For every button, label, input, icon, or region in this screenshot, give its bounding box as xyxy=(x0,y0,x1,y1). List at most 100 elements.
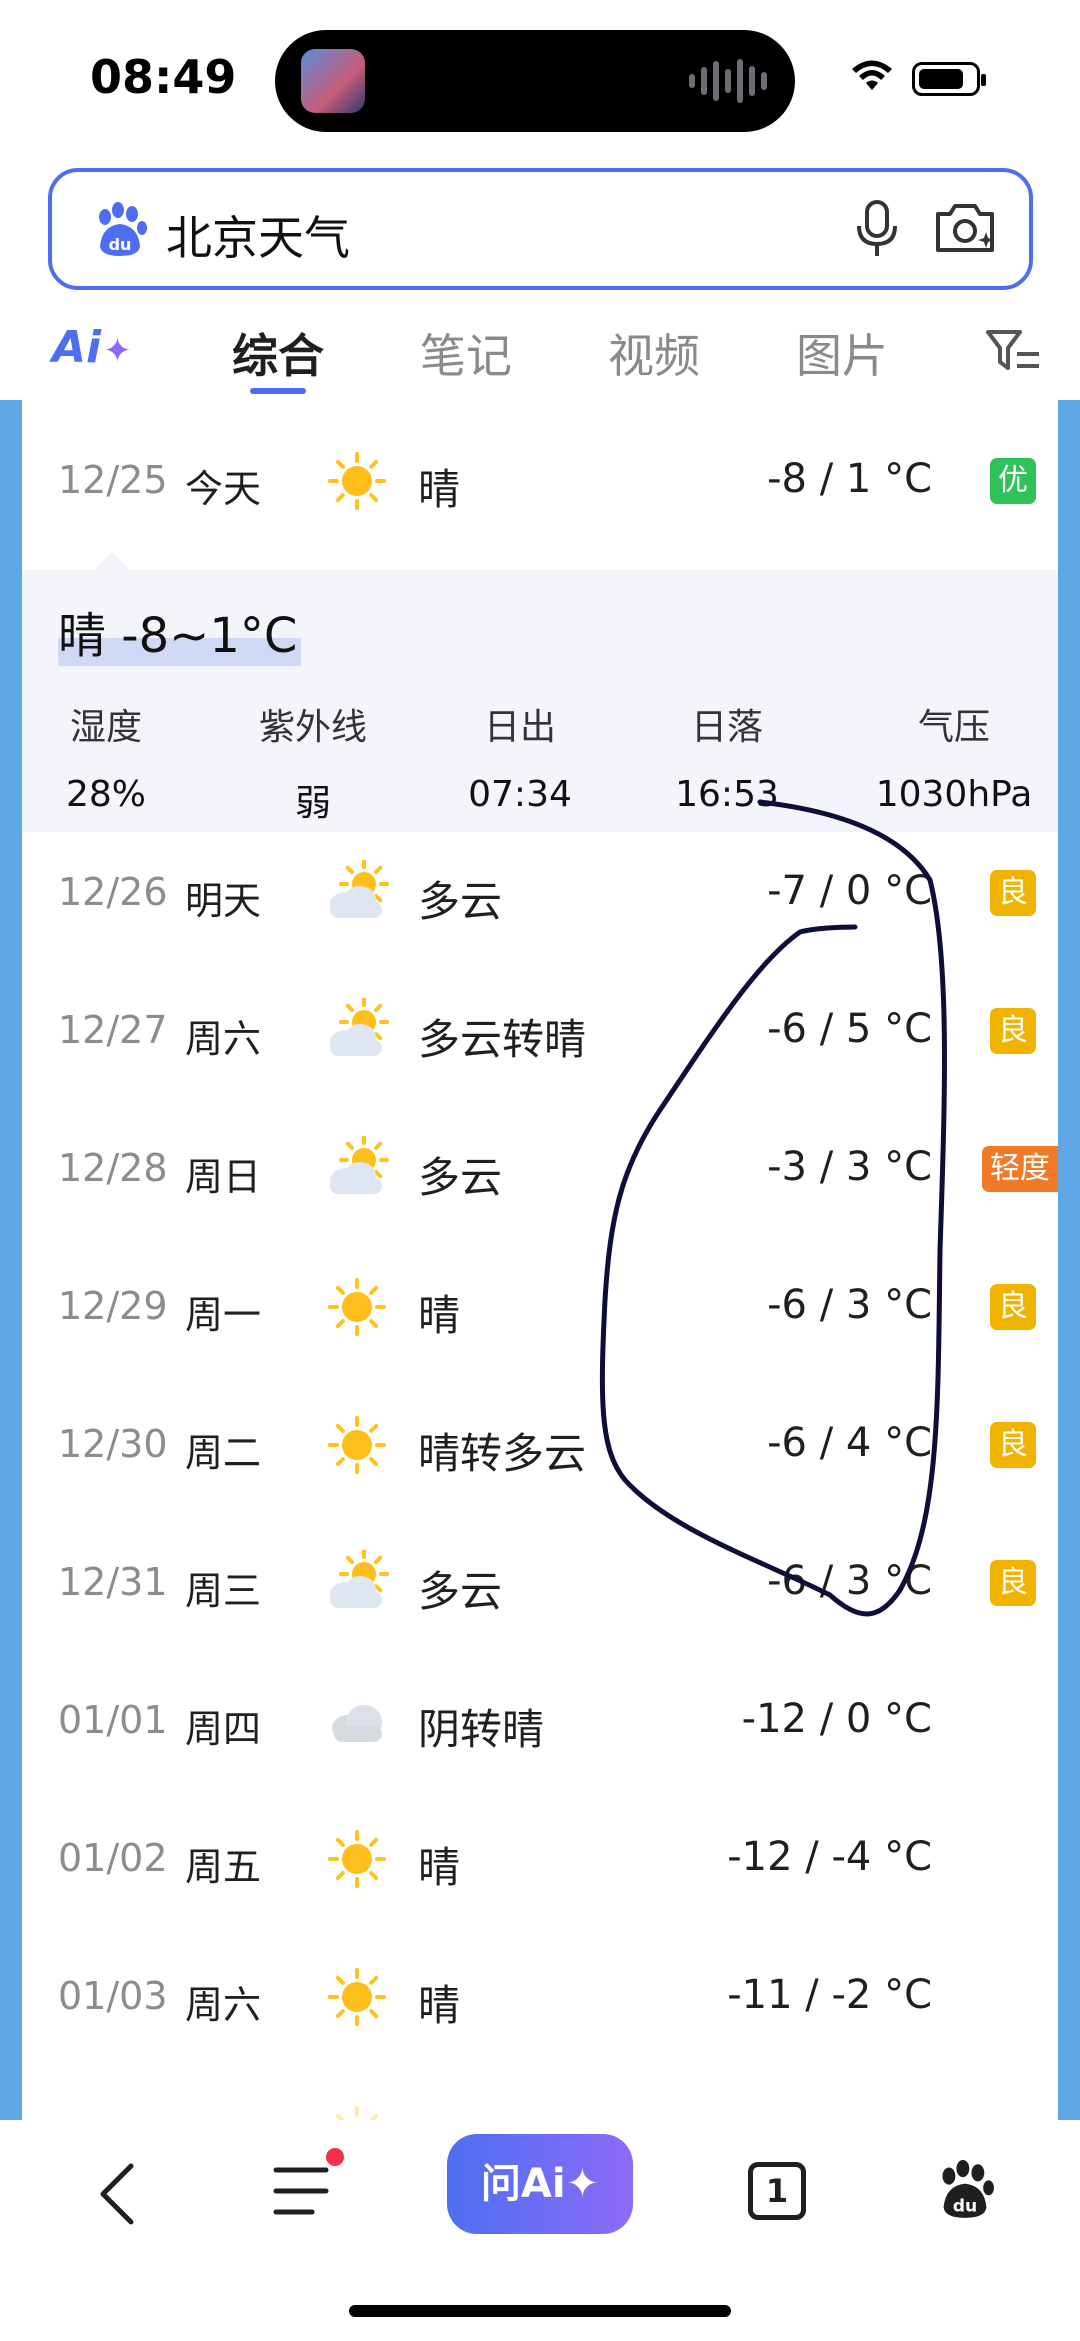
forecast-condition: 晴 xyxy=(418,1981,461,2030)
forecast-temperature: -6 / 3 °C xyxy=(767,1282,932,1328)
forecast-row-partial xyxy=(22,2066,1058,2120)
forecast-row[interactable]: 12/27 周六 多云转晴 -6 / 5 °C 良 xyxy=(22,962,1058,1100)
forecast-day: 周四 xyxy=(185,1707,262,1751)
tab-images[interactable]: 图片 xyxy=(796,320,888,386)
forecast-temperature: -12 / -4 °C xyxy=(727,1834,932,1880)
sun-icon xyxy=(328,1416,386,1474)
forecast-row[interactable]: 12/29 周一 晴 -6 / 3 °C 良 xyxy=(22,1238,1058,1376)
wifi-icon xyxy=(852,60,892,90)
forecast-condition: 晴 xyxy=(418,1291,461,1340)
tab-count-button[interactable]: 1 xyxy=(748,2162,806,2220)
forecast-row[interactable]: 01/02 周五 晴 -12 / -4 °C xyxy=(22,1790,1058,1928)
dynamic-island[interactable] xyxy=(275,30,795,132)
forecast-day: 明天 xyxy=(185,879,262,923)
forecast-date: 12/29 xyxy=(58,1284,168,1328)
sun-icon xyxy=(335,2106,379,2120)
stat-sunrise: 日出 07:34 xyxy=(440,698,600,815)
svg-text:du: du xyxy=(953,2196,977,2216)
weather-forecast-card: 12/25 今天 晴 -8 / 1 °C 优 晴 -8~1°C 湿度 28% 紫… xyxy=(22,400,1058,2120)
audio-wave-icon xyxy=(689,57,767,105)
sun-icon xyxy=(328,1278,386,1336)
cloud-sun-icon xyxy=(330,998,389,1056)
sun-icon xyxy=(328,452,386,510)
forecast-date: 12/26 xyxy=(58,870,168,914)
search-input[interactable]: 北京天气 xyxy=(166,202,350,268)
forecast-temperature: -6 / 3 °C xyxy=(767,1558,932,1604)
stat-label: 日出 xyxy=(483,707,556,748)
sun-icon xyxy=(328,1830,386,1888)
forecast-condition: 多云 xyxy=(418,1567,503,1616)
camera-icon[interactable] xyxy=(932,196,998,258)
stat-label: 气压 xyxy=(917,707,990,748)
forecast-day: 周三 xyxy=(185,1569,262,1613)
notification-dot xyxy=(326,2148,344,2166)
forecast-day: 周日 xyxy=(185,1155,262,1199)
forecast-day: 周一 xyxy=(185,1293,262,1337)
forecast-condition: 阴转晴 xyxy=(418,1705,545,1754)
forecast-condition: 多云 xyxy=(418,1153,503,1202)
forecast-row[interactable]: 01/01 周四 阴转晴 -12 / 0 °C xyxy=(22,1652,1058,1790)
forecast-day: 周六 xyxy=(185,1983,262,2027)
stat-label: 湿度 xyxy=(69,707,142,748)
back-arrow-icon[interactable] xyxy=(95,2162,139,2226)
forecast-temperature: -6 / 4 °C xyxy=(767,1420,932,1466)
forecast-date: 12/25 xyxy=(58,458,168,502)
screen: 08:49 du 北京天气 Ai✦ 综合 笔记 视频 图片 12/25 今天 晴… xyxy=(0,0,1080,2341)
forecast-day: 周五 xyxy=(185,1845,262,1889)
aqi-badge: 良 xyxy=(990,1284,1036,1330)
battery-icon xyxy=(912,62,986,96)
forecast-row[interactable]: 12/30 周二 晴转多云 -6 / 4 °C 良 xyxy=(22,1376,1058,1514)
forecast-date: 12/27 xyxy=(58,1008,168,1052)
menu-icon[interactable] xyxy=(272,2164,332,2218)
tab-general[interactable]: 综合 xyxy=(232,320,324,386)
status-bar: 08:49 xyxy=(0,0,1080,160)
page-background-left xyxy=(0,400,22,2120)
forecast-date: 12/30 xyxy=(58,1422,168,1466)
sun-icon xyxy=(328,1968,386,2026)
forecast-row[interactable]: 01/03 周六 晴 -11 / -2 °C xyxy=(22,1928,1058,2066)
forecast-temperature: -11 / -2 °C xyxy=(727,1972,932,2018)
ask-ai-button[interactable]: 问Ai✦ xyxy=(447,2134,633,2234)
filter-icon[interactable] xyxy=(985,326,1043,374)
sparkle-icon: ✦ xyxy=(103,331,132,371)
forecast-date: 01/02 xyxy=(58,1836,168,1880)
forecast-day: 周二 xyxy=(185,1431,262,1475)
home-indicator xyxy=(349,2305,731,2317)
tab-notes[interactable]: 笔记 xyxy=(420,320,512,386)
forecast-condition: 晴 xyxy=(418,1843,461,1892)
search-bar[interactable]: du 北京天气 xyxy=(48,168,1033,290)
active-tab-indicator xyxy=(250,388,306,394)
tab-videos[interactable]: 视频 xyxy=(608,320,700,386)
forecast-temperature: -12 / 0 °C xyxy=(741,1696,932,1742)
forecast-temperature: -7 / 0 °C xyxy=(767,868,932,914)
forecast-temperature: -8 / 1 °C xyxy=(767,456,932,502)
forecast-condition: 多云转晴 xyxy=(418,1015,587,1064)
today-detail-panel: 晴 -8~1°C 湿度 28% 紫外线 弱 日出 07:34 日落 16:53 … xyxy=(22,552,1058,832)
stat-label: 日落 xyxy=(690,707,763,748)
forecast-row[interactable]: 12/26 明天 多云 -7 / 0 °C 良 xyxy=(22,824,1058,962)
stat-value: 28% xyxy=(65,774,146,815)
aqi-badge: 良 xyxy=(990,1008,1036,1054)
stat-label: 紫外线 xyxy=(258,707,367,748)
search-tabs: Ai✦ 综合 笔记 视频 图片 xyxy=(0,300,1080,400)
baidu-home-icon[interactable]: du xyxy=(935,2160,995,2220)
forecast-row[interactable]: 12/31 周三 多云 -6 / 3 °C 良 xyxy=(22,1514,1058,1652)
cloud-sun-icon xyxy=(330,1550,389,1608)
microphone-icon[interactable] xyxy=(852,198,902,260)
forecast-date: 01/03 xyxy=(58,1974,168,2018)
forecast-row[interactable]: 12/28 周日 多云 -3 / 3 °C 轻度 xyxy=(22,1100,1058,1238)
forecast-condition: 晴 xyxy=(418,465,461,514)
stat-value: 07:34 xyxy=(468,774,572,815)
ai-tab[interactable]: Ai✦ xyxy=(52,322,132,373)
status-time: 08:49 xyxy=(90,50,237,104)
forecast-day: 今天 xyxy=(185,467,262,511)
forecast-date: 12/31 xyxy=(58,1560,168,1604)
stat-value: 16:53 xyxy=(675,774,779,815)
cloud-sun-icon xyxy=(330,860,389,918)
forecast-row-today[interactable]: 12/25 今天 晴 -8 / 1 °C 优 xyxy=(22,412,1058,550)
forecast-temperature: -3 / 3 °C xyxy=(767,1144,932,1190)
forecast-condition: 多云 xyxy=(418,877,503,926)
today-headline: 晴 -8~1°C xyxy=(58,596,302,666)
forecast-date: 01/01 xyxy=(58,1698,168,1742)
aqi-badge: 良 xyxy=(990,870,1036,916)
